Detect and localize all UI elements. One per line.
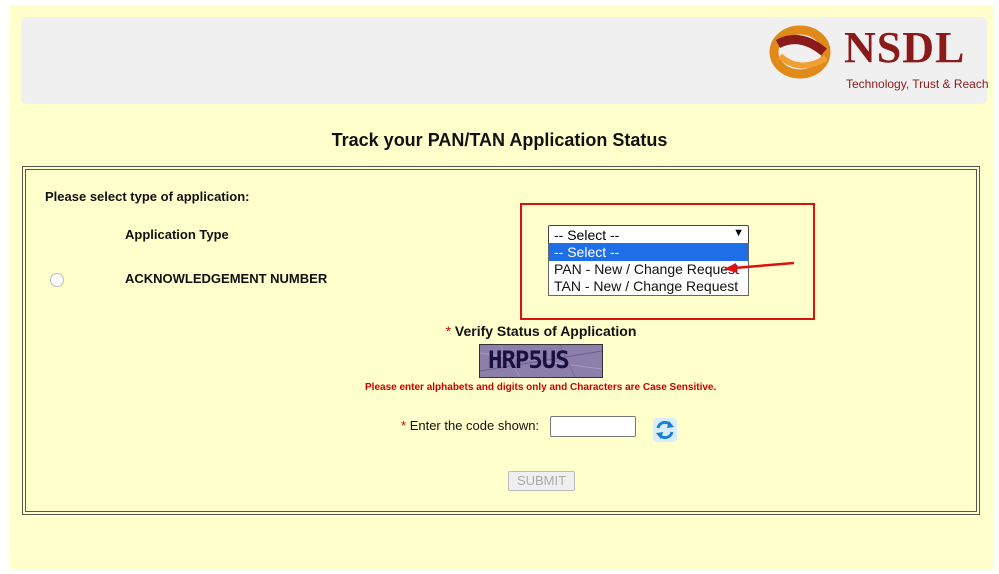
brand-tagline: Technology, Trust & Reach (846, 77, 989, 91)
application-type-label: Application Type (125, 227, 229, 242)
brand-name: NSDL (844, 23, 966, 72)
nsdl-logo-icon (769, 25, 831, 79)
captcha-code-input[interactable] (550, 416, 636, 437)
form-panel-inner-border (25, 169, 977, 512)
required-marker-code: * (401, 418, 407, 433)
submit-button[interactable]: SUBMIT (508, 471, 575, 491)
required-marker: * (445, 323, 452, 339)
select-type-prompt: Please select type of application: (45, 189, 250, 204)
captcha-image: HRP5US (479, 344, 603, 378)
acknowledgement-radio[interactable] (50, 273, 64, 287)
red-arrow-icon (724, 261, 795, 273)
code-label: Enter the code shown: (409, 418, 540, 433)
nsdl-logo: NSDL Technology, Trust & Reach (768, 20, 989, 100)
captcha-text: HRP5US (488, 346, 570, 374)
captcha-note: Please enter alphabets and digits only a… (365, 382, 717, 393)
code-label-wrapper: * Enter the code shown: (401, 418, 539, 433)
form-panel (22, 166, 980, 515)
acknowledgement-number-label: ACKNOWLEDGEMENT NUMBER (125, 271, 328, 286)
verify-status-label: Verify Status of Application (454, 323, 637, 339)
page-title: Track your PAN/TAN Application Status (331, 130, 668, 150)
refresh-icon[interactable] (652, 417, 678, 443)
verify-status-heading: * Verify Status of Application (0, 323, 999, 339)
